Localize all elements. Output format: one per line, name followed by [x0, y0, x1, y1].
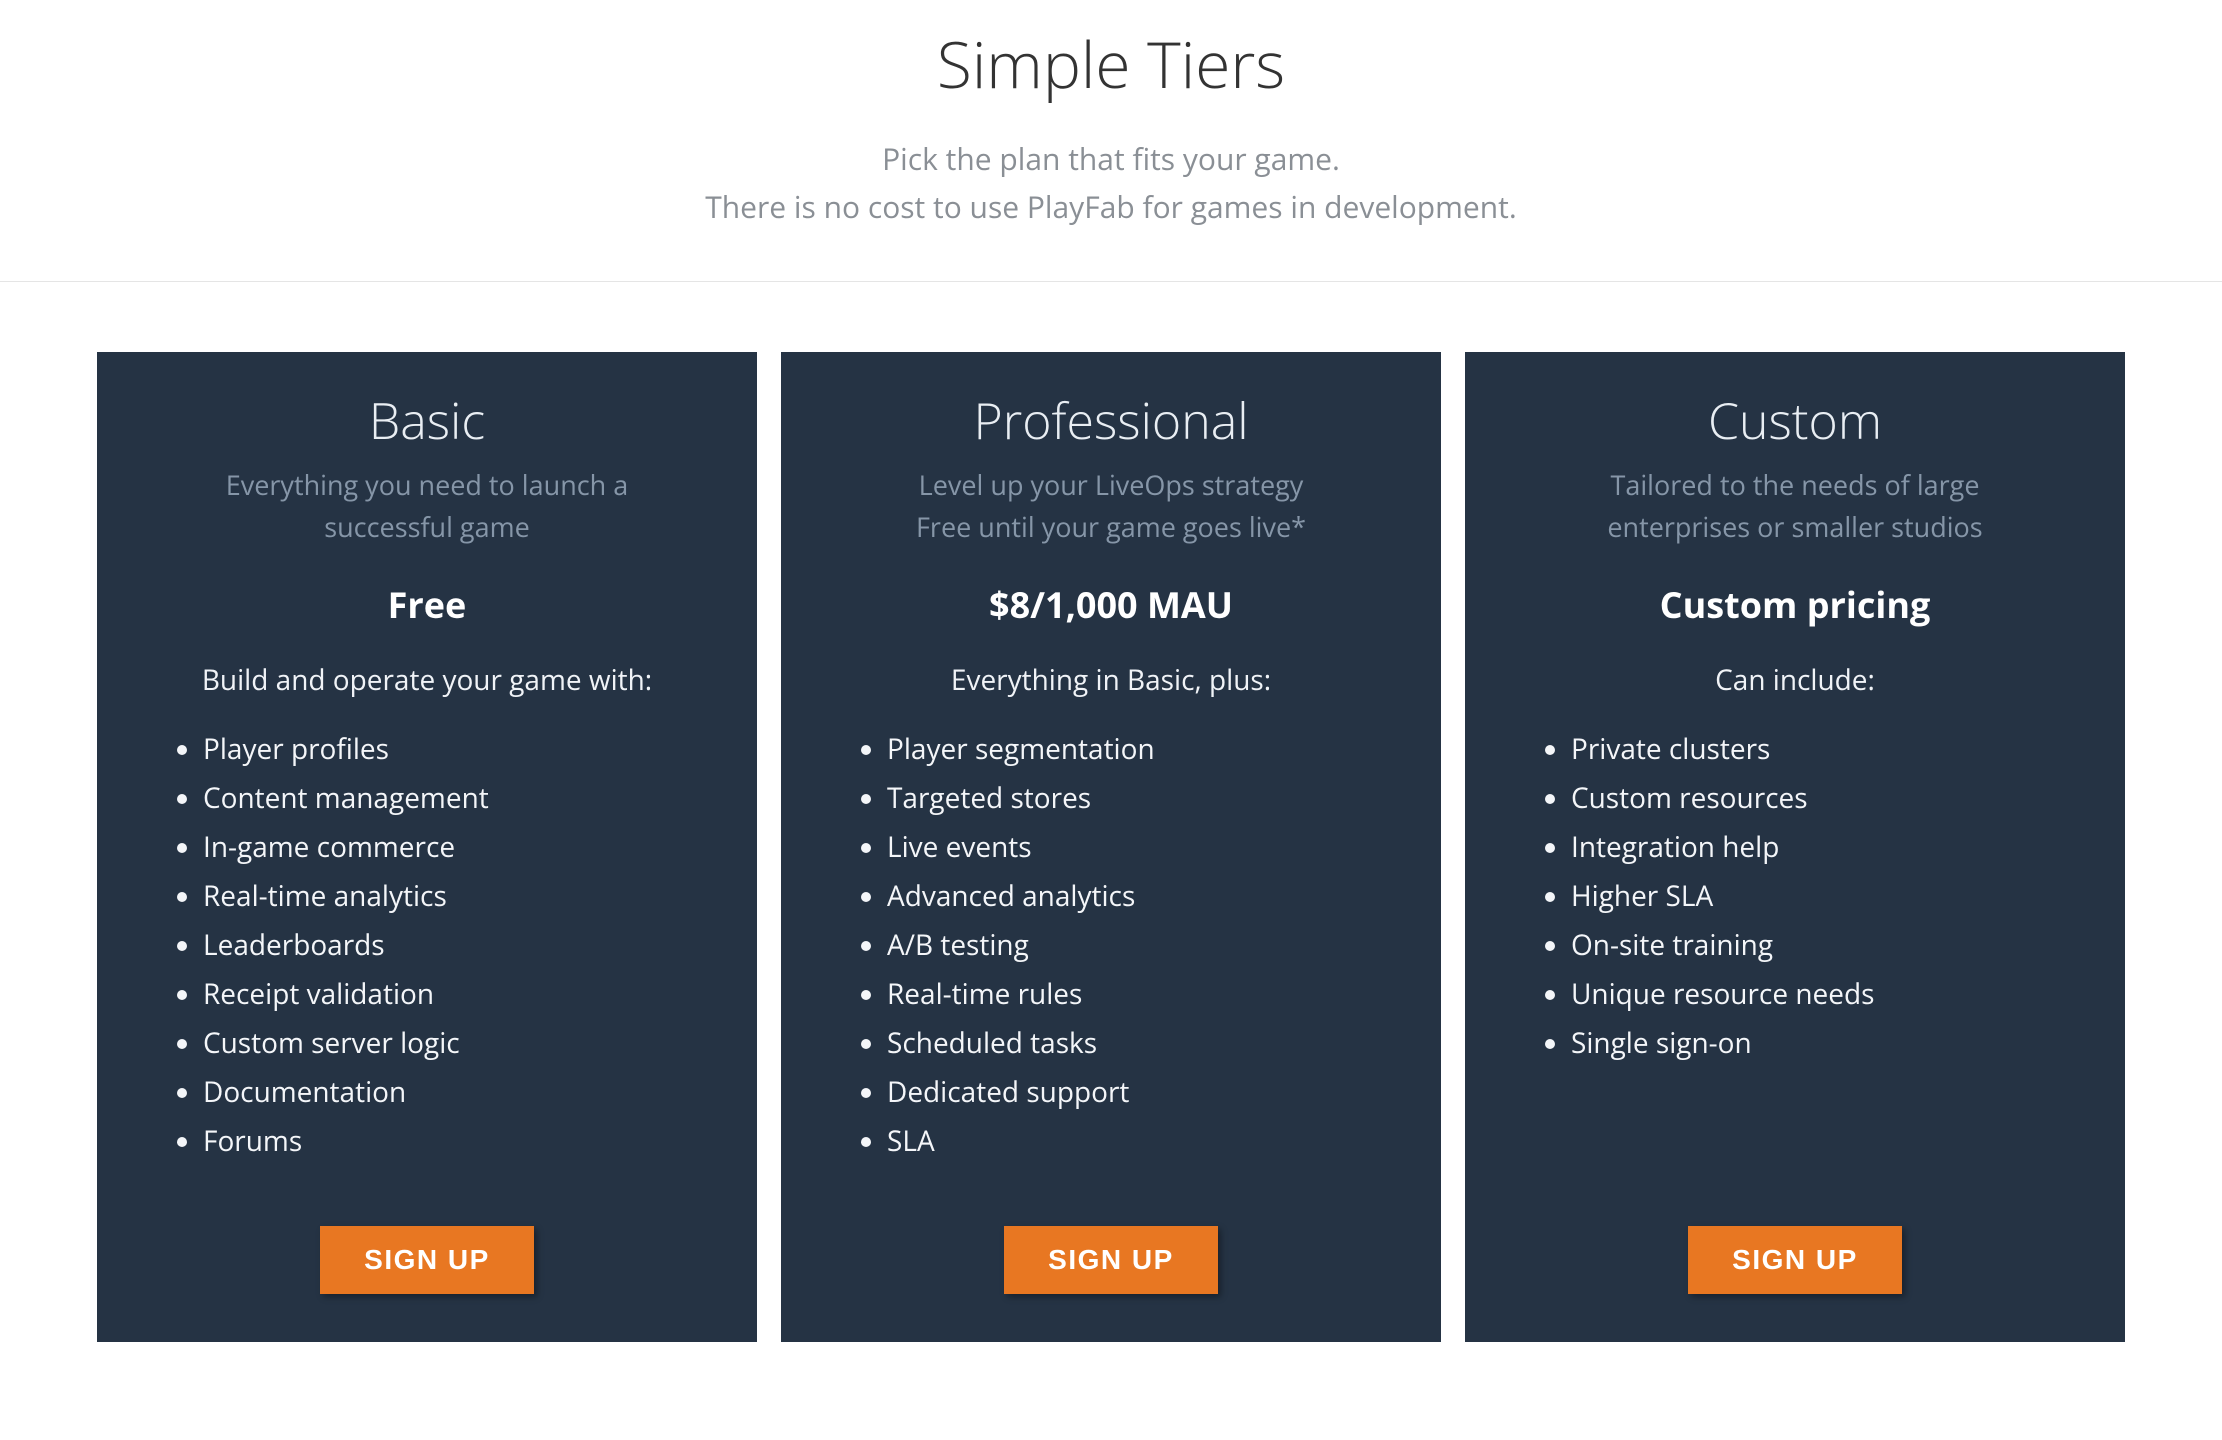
plans-row: Basic Everything you need to launch a su…	[0, 282, 2222, 1342]
plan-tagline-line-2: enterprises or smaller studios	[1607, 508, 1982, 545]
plan-feature-list: Player profiles Content management In-ga…	[147, 725, 707, 1166]
plan-includes-heading: Can include:	[1515, 661, 2075, 699]
plan-feature: Custom resources	[1571, 774, 2075, 823]
plan-feature: On-site training	[1571, 921, 2075, 970]
plan-price: $8/1,000 MAU	[831, 580, 1391, 629]
plan-cta-wrap: SIGN UP	[147, 1226, 707, 1294]
page-title: Simple Tiers	[0, 20, 2222, 107]
plan-cta-wrap: SIGN UP	[831, 1226, 1391, 1294]
plan-tagline-line-1: Tailored to the needs of large	[1610, 466, 1979, 503]
plan-card-basic: Basic Everything you need to launch a su…	[97, 352, 757, 1342]
plan-feature: Leaderboards	[203, 921, 707, 970]
plan-feature: A/B testing	[887, 921, 1391, 970]
plan-name: Basic	[147, 386, 707, 454]
plan-feature: Player segmentation	[887, 725, 1391, 774]
plan-tagline-line-1: Everything you need to launch a	[226, 466, 629, 503]
plan-feature: Custom server logic	[203, 1019, 707, 1068]
plan-feature-list: Player segmentation Targeted stores Live…	[831, 725, 1391, 1166]
plan-feature-list: Private clusters Custom resources Integr…	[1515, 725, 2075, 1166]
plan-cta-wrap: SIGN UP	[1515, 1226, 2075, 1294]
plan-feature: SLA	[887, 1117, 1391, 1166]
plan-feature: Forums	[203, 1117, 707, 1166]
plan-feature: Player profiles	[203, 725, 707, 774]
plan-feature: Single sign-on	[1571, 1019, 2075, 1068]
plan-card-custom: Custom Tailored to the needs of large en…	[1465, 352, 2125, 1342]
page-subtitle: Pick the plan that fits your game. There…	[0, 135, 2222, 231]
page-header: Simple Tiers Pick the plan that fits you…	[0, 0, 2222, 281]
plan-feature: Live events	[887, 823, 1391, 872]
plan-tagline-line-1: Level up your LiveOps strategy	[919, 466, 1304, 503]
plan-tagline: Everything you need to launch a successf…	[147, 464, 707, 548]
plan-feature: Advanced analytics	[887, 872, 1391, 921]
plan-card-professional: Professional Level up your LiveOps strat…	[781, 352, 1441, 1342]
plan-feature: Higher SLA	[1571, 872, 2075, 921]
plan-feature: Documentation	[203, 1068, 707, 1117]
plan-feature: Targeted stores	[887, 774, 1391, 823]
plan-feature: In-game commerce	[203, 823, 707, 872]
plan-name: Custom	[1515, 386, 2075, 454]
subtitle-line-1: Pick the plan that fits your game.	[882, 138, 1340, 179]
plan-includes-heading: Build and operate your game with:	[147, 661, 707, 699]
subtitle-line-2: There is no cost to use PlayFab for game…	[705, 186, 1516, 227]
plan-tagline-line-2: Free until your game goes live*	[916, 508, 1306, 545]
plan-feature: Integration help	[1571, 823, 2075, 872]
plan-feature: Content management	[203, 774, 707, 823]
plan-tagline: Level up your LiveOps strategy Free unti…	[831, 464, 1391, 548]
plan-tagline: Tailored to the needs of large enterpris…	[1515, 464, 2075, 548]
plan-name: Professional	[831, 386, 1391, 454]
plan-price: Free	[147, 580, 707, 629]
plan-includes-heading: Everything in Basic, plus:	[831, 661, 1391, 699]
plan-feature: Scheduled tasks	[887, 1019, 1391, 1068]
plan-feature: Unique resource needs	[1571, 970, 2075, 1019]
signup-button-custom[interactable]: SIGN UP	[1688, 1226, 1902, 1294]
plan-tagline-line-2: successful game	[324, 508, 529, 545]
plan-feature: Real-time analytics	[203, 872, 707, 921]
plan-feature: Dedicated support	[887, 1068, 1391, 1117]
signup-button-basic[interactable]: SIGN UP	[320, 1226, 534, 1294]
plan-feature: Private clusters	[1571, 725, 2075, 774]
plan-feature: Receipt validation	[203, 970, 707, 1019]
plan-feature: Real-time rules	[887, 970, 1391, 1019]
signup-button-professional[interactable]: SIGN UP	[1004, 1226, 1218, 1294]
plan-price: Custom pricing	[1515, 580, 2075, 629]
